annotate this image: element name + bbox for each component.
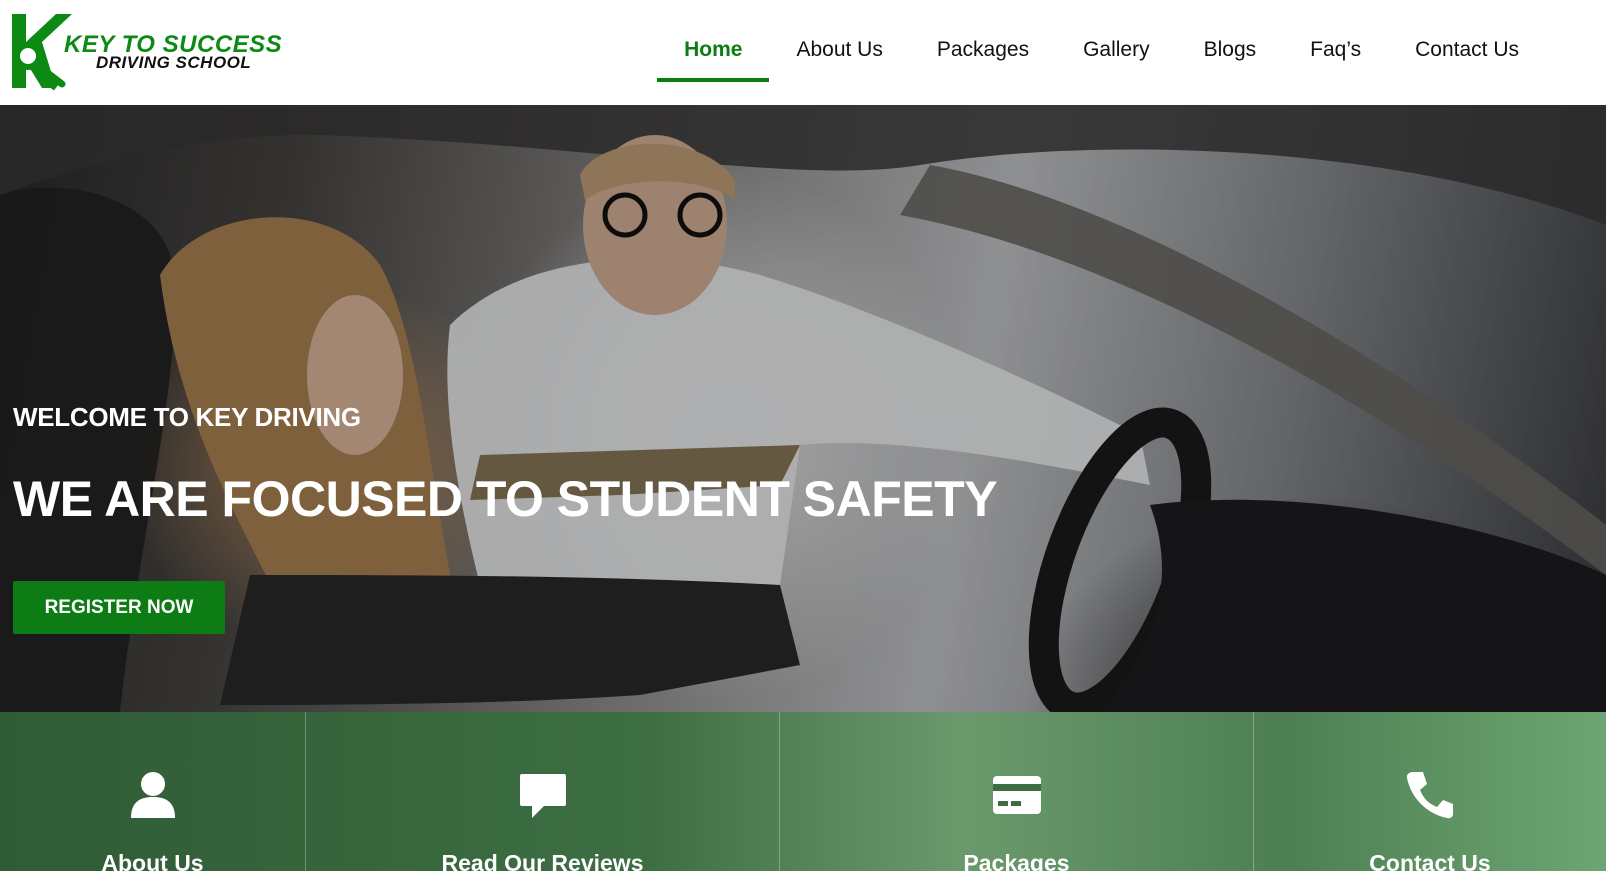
feature-label: Read Our Reviews — [441, 850, 644, 871]
feature-about-us[interactable]: About Us — [0, 712, 306, 871]
nav-item-faqs[interactable]: Faq’s — [1283, 0, 1388, 100]
feature-label: Contact Us — [1369, 850, 1491, 871]
hero-title: WE ARE FOCUSED TO STUDENT SAFETY — [13, 471, 998, 527]
register-now-button[interactable]: REGISTER NOW — [13, 581, 225, 634]
credit-card-icon — [989, 767, 1045, 823]
hero-banner: WELCOME TO KEY DRIVING WE ARE FOCUSED TO… — [0, 105, 1606, 712]
feature-label: About Us — [101, 850, 204, 871]
nav-item-packages[interactable]: Packages — [910, 0, 1056, 100]
nav-item-home[interactable]: Home — [657, 0, 770, 100]
feature-label: Packages — [963, 850, 1070, 871]
site-logo[interactable]: KEY TO SUCCESS DRIVING SCHOOL — [12, 12, 302, 92]
feature-packages[interactable]: Packages — [780, 712, 1254, 871]
nav-item-contact-us[interactable]: Contact Us — [1388, 0, 1546, 100]
phone-icon — [1402, 767, 1458, 823]
key-logo-icon — [12, 14, 72, 91]
feature-contact-us[interactable]: Contact Us — [1254, 712, 1606, 871]
comment-icon — [515, 767, 571, 823]
nav-item-gallery[interactable]: Gallery — [1056, 0, 1177, 100]
nav-item-blogs[interactable]: Blogs — [1177, 0, 1284, 100]
nav-item-about-us[interactable]: About Us — [769, 0, 909, 100]
logo-subtitle: DRIVING SCHOOL — [96, 53, 252, 72]
hero-subtitle: WELCOME TO KEY DRIVING — [13, 402, 361, 432]
user-icon — [125, 767, 181, 823]
main-nav: Home About Us Packages Gallery Blogs Faq… — [657, 0, 1546, 105]
feature-read-our-reviews[interactable]: Read Our Reviews — [306, 712, 780, 871]
site-header: KEY TO SUCCESS DRIVING SCHOOL Home About… — [0, 0, 1606, 105]
feature-bar: About Us Read Our Reviews Packages Conta… — [0, 712, 1606, 871]
